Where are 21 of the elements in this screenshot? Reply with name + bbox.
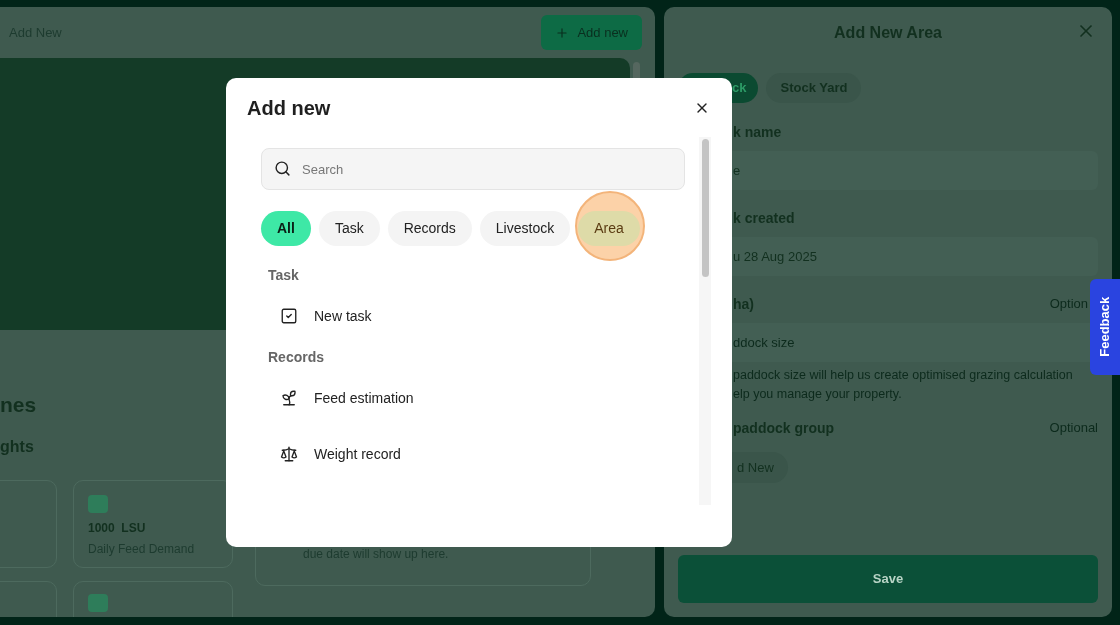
- filter-chip[interactable]: Records: [387, 211, 472, 246]
- stat-icon: [88, 495, 108, 513]
- dialog-title: Add new: [247, 96, 331, 121]
- stat-icon: [88, 594, 108, 612]
- search-icon: [274, 160, 291, 177]
- filter-chip[interactable]: Livestock: [479, 211, 571, 246]
- section-title: Records: [268, 347, 326, 367]
- menu-item[interactable]: Weight record: [268, 426, 685, 482]
- scale-icon: [280, 445, 298, 463]
- filter-chip[interactable]: Task: [318, 211, 380, 246]
- feedback-tab[interactable]: Feedback: [1090, 279, 1120, 375]
- checkbox-icon: [280, 307, 298, 325]
- filter-chip[interactable]: All: [261, 211, 311, 246]
- menu-item[interactable]: Feed estimation: [268, 370, 685, 426]
- stat-card: [0, 581, 57, 617]
- filter-chip[interactable]: Area: [578, 211, 640, 246]
- plus-icon: [555, 25, 570, 40]
- section-title: Task: [268, 265, 300, 285]
- search-field[interactable]: Search: [261, 148, 685, 190]
- sprout-icon: [280, 389, 298, 407]
- save-button[interactable]: Save: [678, 555, 1098, 603]
